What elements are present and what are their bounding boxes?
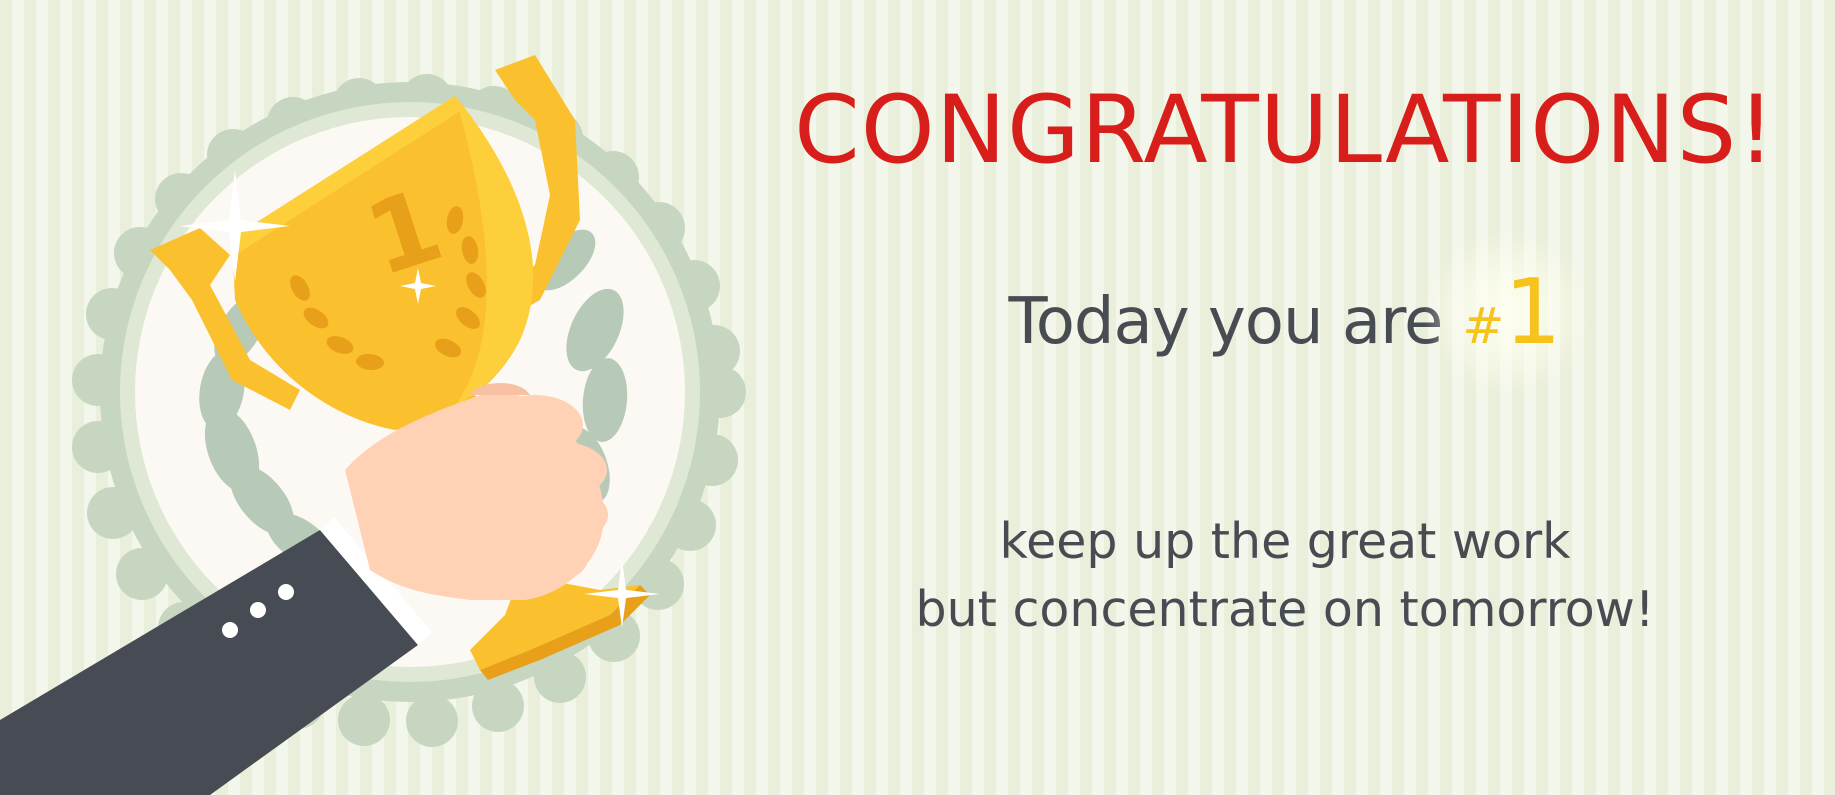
rank-hash: # (1462, 297, 1505, 355)
rank-prefix: Today you are (1008, 285, 1443, 359)
page-title: CONGRATULATIONS! (794, 76, 1776, 185)
message: keep up the great work but concentrate o… (740, 508, 1830, 644)
text-area: CONGRATULATIONS! Today you are #1 keep up… (740, 0, 1835, 795)
rank-badge: #1 (1422, 228, 1593, 398)
trophy-in-hand-icon: 1 (0, 55, 746, 795)
message-line-1: keep up the great work (999, 513, 1571, 570)
rank-number: 1 (1504, 260, 1562, 365)
rank-line: Today you are #1 (740, 228, 1830, 398)
congratulations-banner: 1 CONGRATULATIONS! Today you are #1 keep… (0, 0, 1835, 795)
message-line-2: but concentrate on tomorrow! (915, 581, 1655, 638)
